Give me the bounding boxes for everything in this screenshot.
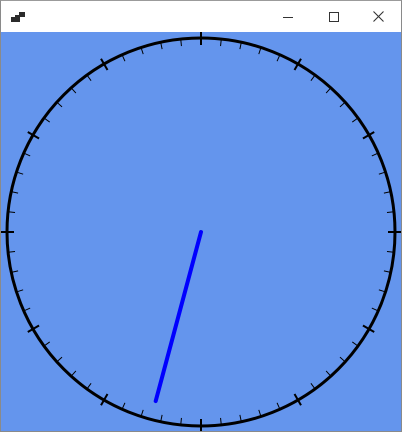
minor-tick <box>56 356 63 363</box>
minor-tick <box>325 370 332 377</box>
close-button[interactable] <box>355 1 401 32</box>
minor-tick <box>43 117 51 123</box>
minor-tick <box>86 74 92 82</box>
minor-tick <box>70 87 77 94</box>
close-icon <box>372 11 384 22</box>
maximize-icon <box>329 11 339 22</box>
minimize-button[interactable] <box>265 1 311 32</box>
clock-canvas <box>1 32 401 431</box>
minor-tick <box>56 101 63 108</box>
minor-tick <box>86 382 92 390</box>
minor-tick <box>351 341 359 347</box>
minor-tick <box>70 370 77 377</box>
minor-tick <box>351 117 359 123</box>
minor-tick <box>310 382 316 390</box>
clock-face <box>1 32 401 431</box>
minimize-icon <box>283 16 293 18</box>
clock-hand <box>153 230 203 404</box>
minor-tick <box>325 87 332 94</box>
title-bar[interactable] <box>1 1 401 32</box>
minor-tick <box>339 356 346 363</box>
minor-tick <box>339 101 346 108</box>
maximize-button[interactable] <box>311 1 357 32</box>
minor-tick <box>43 341 51 347</box>
minor-tick <box>310 74 316 82</box>
app-icon <box>11 10 25 22</box>
clock-window <box>0 0 402 432</box>
